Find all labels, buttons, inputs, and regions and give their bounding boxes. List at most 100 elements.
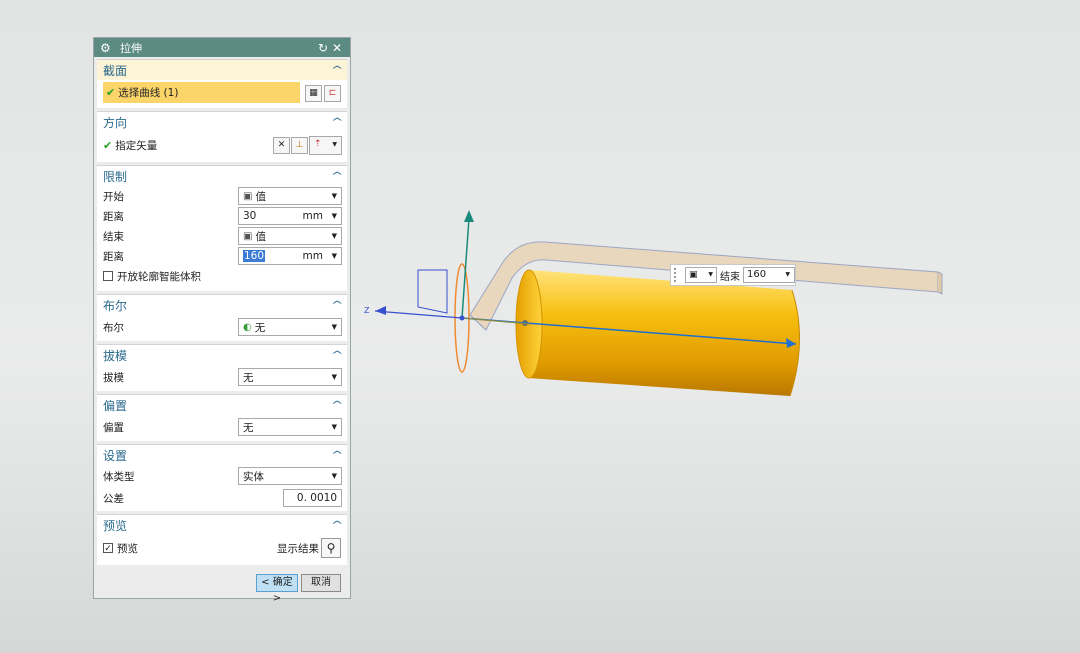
settings-group: 设置 ^ 体类型 实体 ▼ 公差 0. 0010	[97, 444, 347, 511]
dropdown-arrow-icon: ▼	[331, 323, 337, 331]
end-label: 结束	[720, 271, 740, 283]
settings-header[interactable]: 设置 ^	[97, 445, 347, 465]
start-label: 开始	[103, 190, 124, 203]
start-distance-input[interactable]: 30 mm ▼	[238, 207, 342, 225]
chevron-up-icon[interactable]: ^	[331, 65, 344, 76]
draft-select[interactable]: 无 ▼	[238, 368, 342, 386]
reverse-direction-icon[interactable]: ✕	[273, 137, 290, 154]
direction-group: 方向 ^ ✔ 指定矢量 ✕ ⊥ ⇡ ▼	[97, 111, 347, 162]
dialog-title: 拉伸	[120, 41, 142, 55]
draft-label: 拔模	[103, 371, 124, 384]
extrude-dialog: ⚙ 拉伸 ↻ ✕ 截面 ^ ✔ 选择曲线 (1) ▦ ⊏ 方向 ^ ✔ 指定矢量…	[93, 37, 351, 604]
preview-group: 预览 ^ ✓ 预览 显示结果 ⚲	[97, 514, 347, 565]
checkmark-icon: ✔	[106, 86, 116, 99]
close-icon[interactable]: ✕	[330, 41, 344, 55]
dropdown-arrow-icon: ▼	[332, 141, 337, 148]
boolean-header[interactable]: 布尔 ^	[97, 295, 347, 315]
magnifier-icon[interactable]: ⚲	[321, 538, 341, 558]
dropdown-arrow-icon: ▼	[331, 252, 337, 260]
reset-icon[interactable]: ↻	[316, 41, 330, 55]
chevron-up-icon[interactable]: ^	[331, 520, 344, 531]
offset-row: 偏置 无 ▼	[97, 415, 347, 439]
start-row: 开始 ▣ 值 ▼	[97, 186, 347, 206]
distance1-row: 距离 30 mm ▼	[97, 206, 347, 226]
end-distance-value: 160	[243, 250, 266, 262]
preview-checkbox[interactable]: ✓	[103, 543, 113, 554]
preview-label: 预览	[117, 542, 138, 555]
dialog-titlebar[interactable]: ⚙ 拉伸 ↻ ✕	[94, 38, 350, 57]
dropdown-arrow-icon: ▼	[331, 212, 337, 220]
sketch-section-icon[interactable]: ▦	[305, 85, 322, 102]
dropdown-arrow-icon: ▼	[785, 271, 790, 278]
cube-icon: ▣	[243, 230, 253, 242]
body-type-value: 实体	[243, 470, 264, 483]
curve-select-icon[interactable]: ⊏	[324, 85, 341, 102]
start-type-select[interactable]: ▣ 值 ▼	[238, 187, 342, 205]
section-header[interactable]: 截面 ^	[97, 60, 347, 80]
boolean-row: 布尔 ◐ 无 ▼	[97, 315, 347, 339]
dropdown-arrow-icon: ▼	[331, 192, 337, 200]
end-label: 结束	[103, 230, 124, 243]
start-type-value: 值	[255, 190, 266, 203]
section-group: 截面 ^ ✔ 选择曲线 (1) ▦ ⊏	[97, 59, 347, 108]
limits-title: 限制	[103, 169, 128, 184]
dropdown-arrow-icon: ▼	[331, 472, 337, 480]
distance2-label: 距离	[103, 250, 124, 263]
boolean-label: 布尔	[103, 321, 124, 334]
preview-title: 预览	[103, 518, 128, 533]
draft-value: 无	[243, 371, 254, 384]
end-type-select[interactable]: ▣ 值 ▼	[238, 227, 342, 245]
draft-title: 拔模	[103, 348, 128, 363]
vector-type-dropdown[interactable]: ⇡ ▼	[309, 136, 342, 155]
offset-select[interactable]: 无 ▼	[238, 418, 342, 436]
tolerance-label: 公差	[103, 492, 124, 505]
boolean-value: 无	[254, 321, 266, 334]
open-profile-checkbox[interactable]	[103, 271, 113, 281]
preview-header[interactable]: 预览 ^	[97, 515, 347, 535]
end-value-input[interactable]: 160 ▼	[743, 267, 795, 283]
end-type-value: 值	[255, 230, 266, 243]
chevron-up-icon[interactable]: ^	[331, 450, 344, 461]
preview-row: ✓ 预览 显示结果 ⚲	[97, 535, 347, 561]
dynamic-input-box: ▣ ▼ 结束 160 ▼	[670, 264, 796, 286]
end-type-dropdown[interactable]: ▣ ▼	[685, 267, 717, 283]
drag-handle[interactable]	[674, 268, 682, 282]
tolerance-row: 公差 0. 0010	[97, 487, 347, 509]
chevron-up-icon[interactable]: ^	[331, 117, 344, 128]
section-title: 截面	[103, 63, 128, 78]
ok-button[interactable]: < 确定 >	[256, 574, 298, 604]
dropdown-arrow-icon: ▼	[331, 423, 337, 431]
checkmark-icon: ✔	[103, 138, 113, 152]
chevron-up-icon[interactable]: ^	[331, 350, 344, 361]
cancel-button[interactable]: 取消	[301, 574, 341, 592]
direction-title: 方向	[103, 115, 128, 130]
limits-group: 限制 ^ 开始 ▣ 值 ▼ 距离 30 mm ▼ 结束 ▣ 值 ▼ 距离 160…	[97, 165, 347, 291]
offset-title: 偏置	[103, 398, 128, 413]
z-axis-label: Z	[364, 306, 370, 315]
distance2-row: 距离 160 mm ▼	[97, 246, 347, 266]
draft-header[interactable]: 拔模 ^	[97, 345, 347, 365]
start-distance-value: 30	[243, 210, 257, 222]
distance1-label: 距离	[103, 210, 124, 223]
vector-dialog-icon[interactable]: ⊥	[291, 137, 308, 154]
limits-header[interactable]: 限制 ^	[97, 166, 347, 186]
chevron-up-icon[interactable]: ^	[331, 300, 344, 311]
end-row: 结束 ▣ 值 ▼	[97, 226, 347, 246]
dropdown-arrow-icon: ▼	[331, 232, 337, 240]
end-distance-input[interactable]: 160 mm ▼	[238, 247, 342, 265]
body-type-select[interactable]: 实体 ▼	[238, 467, 342, 485]
boolean-none-icon: ◐	[243, 321, 252, 333]
body-type-label: 体类型	[103, 470, 135, 483]
offset-header[interactable]: 偏置 ^	[97, 395, 347, 415]
direction-header[interactable]: 方向 ^	[97, 112, 347, 132]
boolean-select[interactable]: ◐ 无 ▼	[238, 318, 342, 336]
select-curve-field[interactable]: ✔ 选择曲线 (1)	[103, 82, 300, 103]
boolean-title: 布尔	[103, 298, 128, 313]
gear-icon[interactable]: ⚙	[100, 41, 116, 55]
chevron-up-icon[interactable]: ^	[331, 171, 344, 182]
chevron-up-icon[interactable]: ^	[331, 400, 344, 411]
offset-label: 偏置	[103, 421, 124, 434]
select-curve-label: 选择曲线 (1)	[118, 87, 179, 99]
select-curve-row: ✔ 选择曲线 (1) ▦ ⊏	[97, 80, 347, 108]
tolerance-input[interactable]: 0. 0010	[283, 489, 342, 507]
